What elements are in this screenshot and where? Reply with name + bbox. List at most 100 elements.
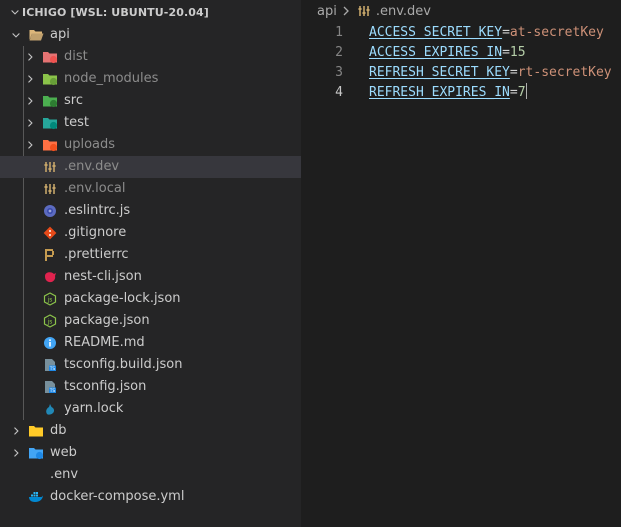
nestjs-icon xyxy=(42,266,58,288)
tree-item-label: tsconfig.build.json xyxy=(64,357,183,372)
folder-test-icon xyxy=(42,112,58,134)
file-row[interactable]: yarn.lock xyxy=(0,398,301,420)
line-number: 4 xyxy=(335,85,343,100)
tree-item-label: src xyxy=(64,93,83,108)
folder-row[interactable]: web xyxy=(0,442,301,464)
chevron-right-icon[interactable] xyxy=(22,68,38,90)
chevron-right-icon[interactable] xyxy=(22,112,38,134)
env-key: ACCESS_SECRET_KEY xyxy=(369,25,503,40)
editor-pane: api .env.dev 1 ACCESS_SECRET_KEY=at-secre… xyxy=(301,0,621,527)
folder-row[interactable]: test xyxy=(0,112,301,134)
chevron-right-icon[interactable] xyxy=(8,420,24,442)
folder-dist-icon xyxy=(42,46,58,68)
text-cursor xyxy=(525,83,527,99)
equals-sign: = xyxy=(502,25,510,40)
file-row[interactable]: .env.local xyxy=(0,178,301,200)
folder-row[interactable]: src xyxy=(0,90,301,112)
env-key: REFRESH_SECRET_KEY xyxy=(369,65,510,80)
code-line[interactable]: 2 ACCESS_EXPIRES_IN=15 xyxy=(301,43,621,63)
chevron-right-icon[interactable] xyxy=(8,442,24,464)
equals-sign: = xyxy=(509,85,518,100)
file-row[interactable]: TS tsconfig.json xyxy=(0,376,301,398)
tree-item-label: yarn.lock xyxy=(64,401,124,416)
folder-yellow-icon xyxy=(28,420,44,442)
file-row[interactable]: .eslintrc.js xyxy=(0,200,301,222)
tree-item-label: .gitignore xyxy=(64,225,127,240)
breadcrumb-folder[interactable]: api xyxy=(317,4,337,19)
env-key: ACCESS_EXPIRES_IN xyxy=(369,45,503,60)
breadcrumb-file[interactable]: .env.dev xyxy=(376,4,431,19)
chevron-down-icon xyxy=(8,6,22,18)
explorer-header[interactable]: ICHIGO [WSL: UBUNTU-20.04] xyxy=(0,0,301,24)
file-tree: api dist node_modulessrc test uploads .env.de… xyxy=(0,24,301,508)
tree-item-label: .env xyxy=(50,467,79,482)
tree-item-label: node_modules xyxy=(64,71,159,86)
file-row[interactable]: nest-cli.json xyxy=(0,266,301,288)
folder-open-icon xyxy=(28,24,44,46)
file-row[interactable]: TS tsconfig.build.json xyxy=(0,354,301,376)
env-file-icon xyxy=(42,178,58,200)
eslint-icon xyxy=(42,200,58,222)
tree-item-label: db xyxy=(50,423,67,438)
info-icon xyxy=(42,332,58,354)
env-file-icon xyxy=(357,4,371,18)
git-icon xyxy=(42,222,58,244)
folder-row[interactable]: api xyxy=(0,24,301,46)
nodejs-icon: js xyxy=(42,288,58,310)
folder-web-icon xyxy=(28,442,44,464)
code-line[interactable]: 1 ACCESS_SECRET_KEY=at-secretKey xyxy=(301,23,621,43)
tsconfig-icon: TS xyxy=(42,376,58,398)
file-row[interactable]: js package.json xyxy=(0,310,301,332)
env-value: rt-secretKey xyxy=(517,65,612,80)
tree-item-label: package-lock.json xyxy=(64,291,181,306)
tree-item-label: .env.local xyxy=(64,181,126,196)
code-line[interactable]: 3 REFRESH_SECRET_KEY=rt-secretKey xyxy=(301,63,621,83)
file-row[interactable]: README.md xyxy=(0,332,301,354)
line-number: 2 xyxy=(335,45,343,60)
code-line[interactable]: 4 REFRESH_EXPIRES_IN=7 xyxy=(301,83,621,103)
tsconfig-icon: TS xyxy=(42,354,58,376)
chevron-right-icon xyxy=(341,5,351,17)
chevron-right-icon[interactable] xyxy=(22,134,38,156)
equals-sign: = xyxy=(509,65,518,80)
file-row[interactable]: .env xyxy=(0,464,301,486)
code-text: REFRESH_EXPIRES_IN=7 xyxy=(369,83,527,103)
code-text: ACCESS_EXPIRES_IN=15 xyxy=(369,43,526,63)
tree-item-label: docker-compose.yml xyxy=(50,489,185,504)
file-row[interactable]: js package-lock.json xyxy=(0,288,301,310)
folder-uploads-icon xyxy=(42,134,58,156)
folder-src-icon xyxy=(42,90,58,112)
file-row[interactable]: .prettierrc xyxy=(0,244,301,266)
svg-text:TS: TS xyxy=(49,388,56,394)
file-icon xyxy=(28,464,44,486)
chevron-right-icon[interactable] xyxy=(22,46,38,68)
folder-row[interactable]: dist xyxy=(0,46,301,68)
folder-row[interactable]: uploads xyxy=(0,134,301,156)
tree-item-label: api xyxy=(50,27,70,42)
tree-item-label: README.md xyxy=(64,335,145,350)
env-value: at-secretKey xyxy=(509,25,604,40)
chevron-down-icon[interactable] xyxy=(8,24,24,46)
tree-item-label: dist xyxy=(64,49,88,64)
tree-item-label: test xyxy=(64,115,89,130)
tree-item-label: package.json xyxy=(64,313,150,328)
line-number: 3 xyxy=(335,65,343,80)
svg-text:TS: TS xyxy=(49,366,56,372)
equals-sign: = xyxy=(502,45,510,60)
file-row[interactable]: .gitignore xyxy=(0,222,301,244)
chevron-right-icon[interactable] xyxy=(22,90,38,112)
prettier-icon xyxy=(42,244,58,266)
nodejs-icon: js xyxy=(42,310,58,332)
file-row[interactable]: docker-compose.yml xyxy=(0,486,301,508)
code-text: ACCESS_SECRET_KEY=at-secretKey xyxy=(369,23,604,43)
folder-row[interactable]: db xyxy=(0,420,301,442)
file-row[interactable]: .env.dev xyxy=(0,156,301,178)
env-value: 7 xyxy=(517,85,526,100)
tree-item-label: nest-cli.json xyxy=(64,269,142,284)
docker-icon xyxy=(28,486,44,508)
env-value: 15 xyxy=(509,45,526,60)
folder-node-icon xyxy=(42,68,58,90)
tree-item-label: uploads xyxy=(64,137,116,152)
folder-row[interactable]: node_modules xyxy=(0,68,301,90)
yarn-icon xyxy=(42,398,58,420)
